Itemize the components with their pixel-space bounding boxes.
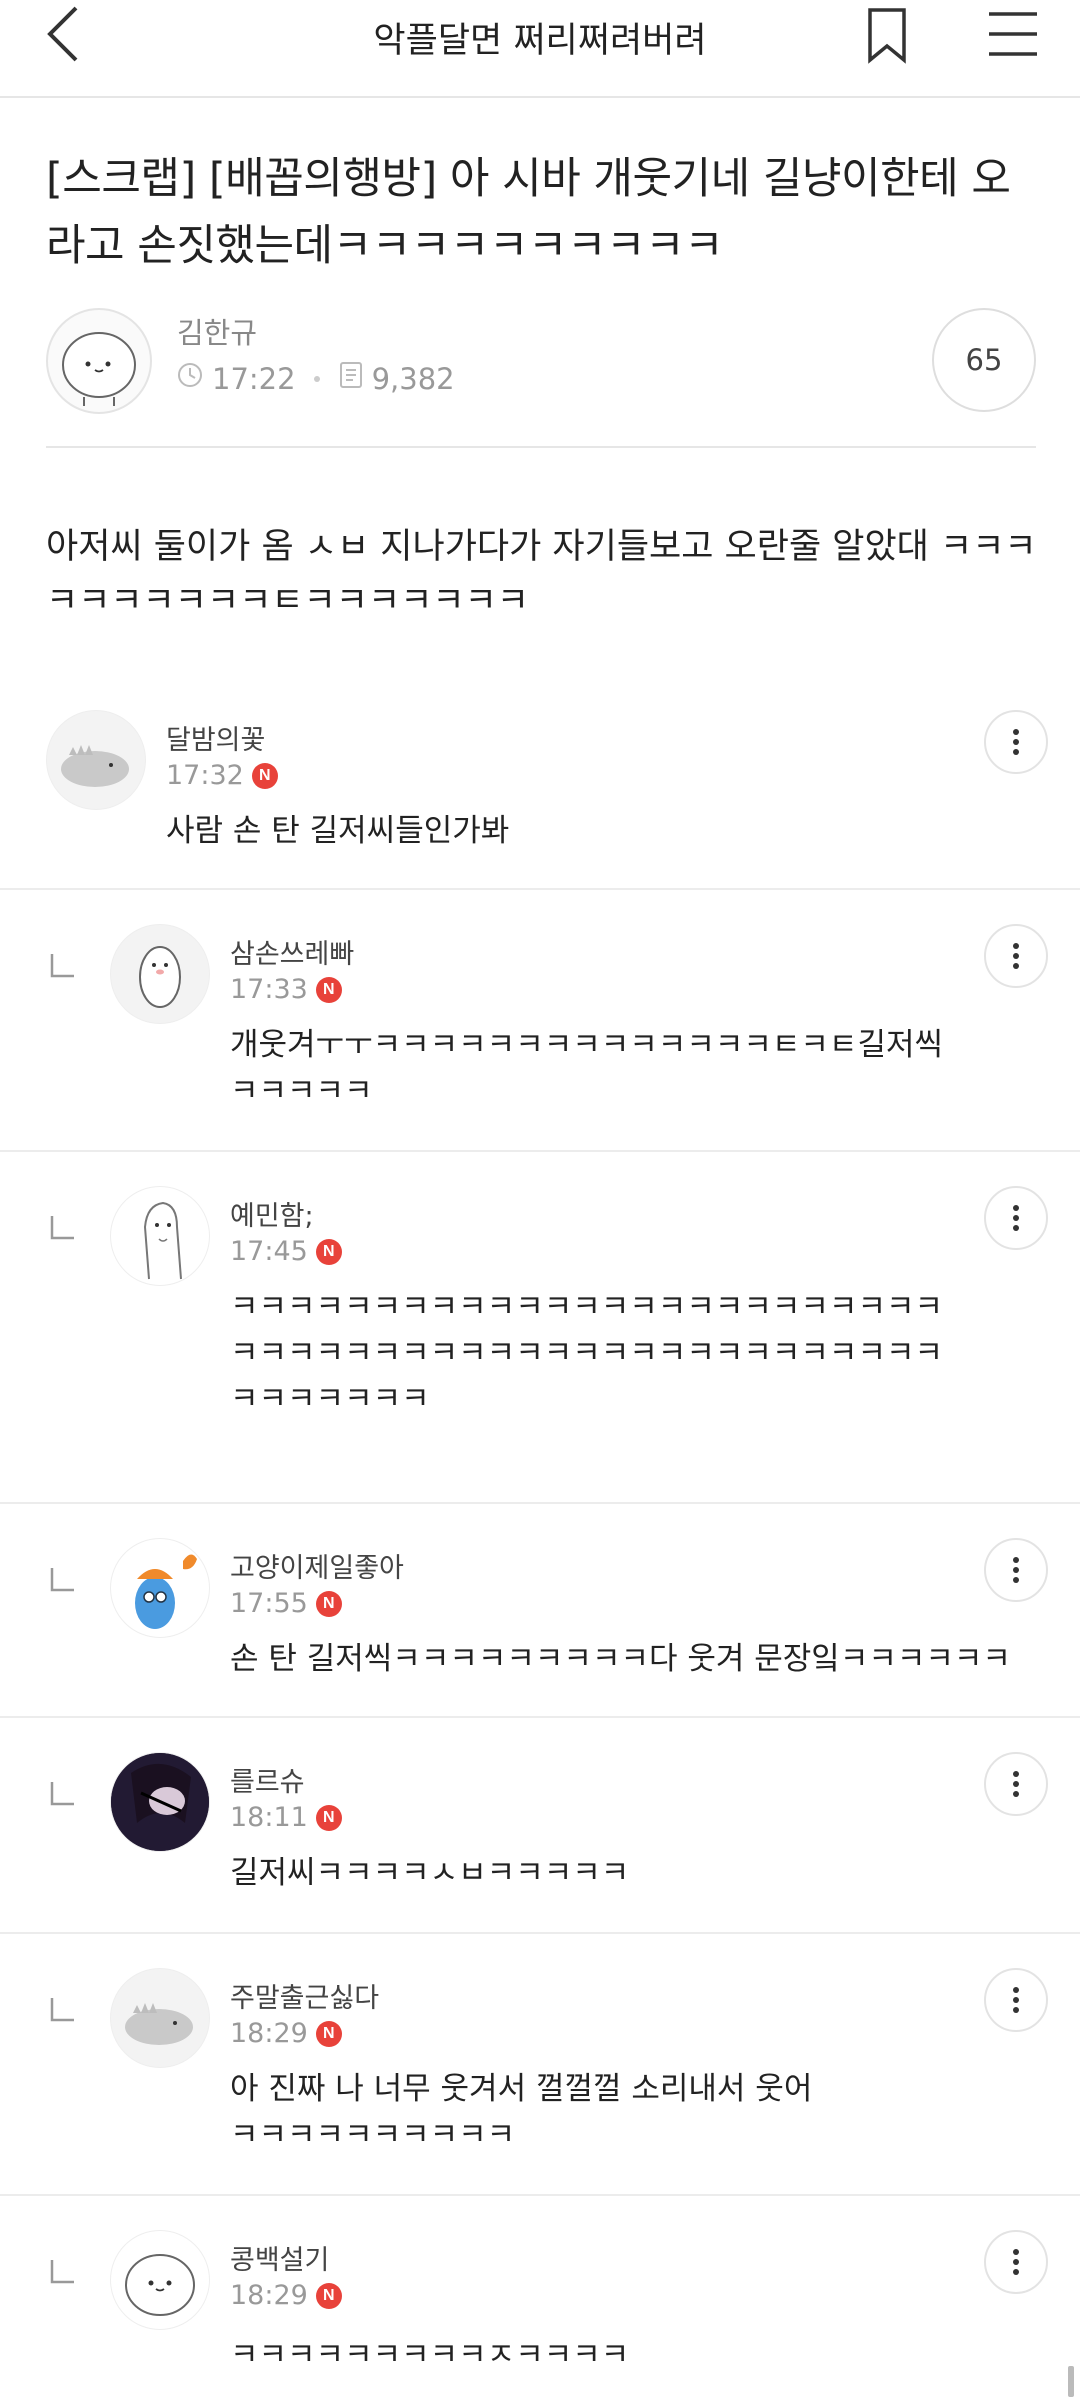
comment-item: 예민함; 17:45 N ㅋㅋㅋㅋㅋㅋㅋㅋㅋㅋㅋㅋㅋㅋㅋㅋㅋㅋㅋㅋㅋㅋㅋㅋㅋㅋㅋ… (0, 1152, 1080, 1504)
comment-time: 17:55 (230, 1588, 308, 1619)
new-badge: N (315, 976, 342, 1003)
comment-text: ㅋㅋㅋㅋㅋㅋㅋㅋㅋㅈㅋㅋㅋㅋ (230, 2337, 630, 2373)
header-divider (46, 446, 1036, 448)
more-options-icon[interactable] (984, 924, 1048, 988)
reply-arrow-icon (48, 1214, 76, 1242)
comment-time-row: 18:29 N (230, 2280, 342, 2311)
top-bar: 악플달면 쩌리쩌려버려 (0, 0, 1080, 98)
new-badge: N (315, 1804, 342, 1831)
comment-time: 18:29 (230, 2018, 308, 2049)
comment-item: 콩백설기 18:29 N ㅋㅋㅋㅋㅋㅋㅋㅋㅋㅈㅋㅋㅋㅋ (0, 2196, 1080, 2397)
bookmark-icon[interactable] (862, 4, 912, 68)
reply-arrow-icon (48, 1996, 76, 2024)
page-title: 악플달면 쩌리쩌려버려 (373, 21, 707, 61)
comment-item: 삼손쓰레빠 17:33 N 개웃겨ㅜㅜㅋㅋㅋㅋㅋㅋㅋㅋㅋㅋㅋㅋㅋㅋㅌㅋㅌ길저씩ㅋ… (0, 890, 1080, 1152)
new-badge: N (315, 2020, 342, 2047)
back-arrow-icon[interactable] (40, 0, 100, 70)
comment-time-row: 18:29 N (230, 2018, 342, 2049)
post-views: 9,382 (371, 361, 455, 396)
comment-time: 17:33 (230, 974, 308, 1005)
comment-text: 손 탄 길저씩ㅋㅋㅋㅋㅋㅋㅋㅋㅋ다 웃겨 문장잌ㅋㅋㅋㅋㅋㅋ (230, 1641, 1011, 1677)
comment-item: 달밤의꽃 17:32 N 사람 손 탄 길저씨들인가봐 (0, 680, 1080, 890)
more-options-icon[interactable] (984, 1186, 1048, 1250)
reply-arrow-icon (48, 952, 76, 980)
scrollbar[interactable] (1068, 2366, 1074, 2397)
post-title: [스크랩] [배꼽의행방] 아 시바 개웃기네 길냥이한테 오라고 손짓했는데ㅋ… (46, 154, 1011, 271)
comment-time-row: 17:33 N (230, 974, 342, 1005)
post-body: 아저씨 둘이가 옴 ㅅㅂ 지나가다가 자기들보고 오란줄 알았대 ㅋㅋㅋㅋㅋㅋㅋ… (46, 527, 1037, 621)
penguin-avatar[interactable] (110, 924, 210, 1024)
comment-time-row: 18:11 N (230, 1802, 342, 1833)
more-options-icon[interactable] (984, 1752, 1048, 1816)
new-badge: N (315, 1238, 342, 1265)
more-options-icon[interactable] (984, 1968, 1048, 2032)
dino-avatar[interactable] (46, 710, 146, 810)
author-avatar[interactable] (46, 308, 152, 414)
commenter-name[interactable]: 삼손쓰레빠 (230, 932, 354, 971)
new-badge: N (315, 1590, 342, 1617)
commenter-name[interactable]: 예민함; (230, 1194, 314, 1233)
comment-time: 17:32 (166, 760, 244, 791)
more-options-icon[interactable] (984, 1538, 1048, 1602)
anime-avatar[interactable] (110, 1752, 210, 1852)
author-name[interactable]: 김한규 (177, 310, 257, 352)
commenter-name[interactable]: 를르슈 (230, 1760, 305, 1799)
comment-text: 사람 손 탄 길저씨들인가봐 (166, 813, 510, 849)
post-meta: 17:22 9,382 (176, 361, 455, 396)
dino-avatar[interactable] (110, 1968, 210, 2068)
comment-text: ㅋㅋㅋㅋㅋㅋㅋㅋㅋㅋㅋㅋㅋㅋㅋㅋㅋㅋㅋㅋㅋㅋㅋㅋㅋㅋㅋㅋㅋㅋㅋㅋㅋㅋㅋㅋㅋㅋㅋㅋ… (230, 1289, 943, 1417)
blue-character-avatar[interactable] (110, 1538, 210, 1638)
reply-arrow-icon (48, 2258, 76, 2286)
more-options-icon[interactable] (984, 710, 1048, 774)
comment-text: 길저씨ㅋㅋㅋㅋㅅㅂㅋㅋㅋㅋㅋ (230, 1855, 630, 1891)
comment-text: 개웃겨ㅜㅜㅋㅋㅋㅋㅋㅋㅋㅋㅋㅋㅋㅋㅋㅋㅌㅋㅌ길저씩ㅋㅋㅋㅋㅋ (230, 1027, 943, 1109)
post-time: 17:22 (212, 361, 296, 396)
commenter-name[interactable]: 콩백설기 (230, 2238, 329, 2277)
views-icon (338, 361, 364, 396)
blob-avatar[interactable] (110, 2230, 210, 2330)
new-badge: N (315, 2282, 342, 2309)
more-options-icon[interactable] (984, 2230, 1048, 2294)
commenter-name[interactable]: 달밤의꽃 (166, 718, 265, 757)
comment-time: 18:29 (230, 2280, 308, 2311)
hamburger-menu-icon[interactable] (983, 8, 1043, 60)
sketch-avatar[interactable] (110, 1186, 210, 1286)
comment-time: 18:11 (230, 1802, 308, 1833)
comment-time-row: 17:55 N (230, 1588, 342, 1619)
comment-time-row: 17:32 N (166, 760, 278, 791)
comment-item: 주말출근싫다 18:29 N 아 진짜 나 너무 웃겨서 껄껄껄 소리내서 웃어… (0, 1934, 1080, 2196)
meta-separator (313, 375, 320, 382)
reply-arrow-icon (48, 1566, 76, 1594)
commenter-name[interactable]: 주말출근싫다 (230, 1976, 379, 2015)
comment-time: 17:45 (230, 1236, 308, 1267)
comment-time-row: 17:45 N (230, 1236, 342, 1267)
clock-icon (176, 361, 204, 396)
comment-text: 아 진짜 나 너무 웃겨서 껄껄껄 소리내서 웃어 ㅋㅋㅋㅋㅋㅋㅋㅋㅋㅋ (230, 2071, 813, 2153)
commenter-name[interactable]: 고양이제일좋아 (230, 1546, 404, 1585)
reply-arrow-icon (48, 1780, 76, 1808)
comment-item: 를르슈 18:11 N 길저씨ㅋㅋㅋㅋㅅㅂㅋㅋㅋㅋㅋ (0, 1718, 1080, 1934)
comment-item: 고양이제일좋아 17:55 N 손 탄 길저씩ㅋㅋㅋㅋㅋㅋㅋㅋㅋ다 웃겨 문장잌… (0, 1504, 1080, 1718)
new-badge: N (251, 762, 278, 789)
comment-count-button[interactable]: 65 (932, 308, 1036, 412)
